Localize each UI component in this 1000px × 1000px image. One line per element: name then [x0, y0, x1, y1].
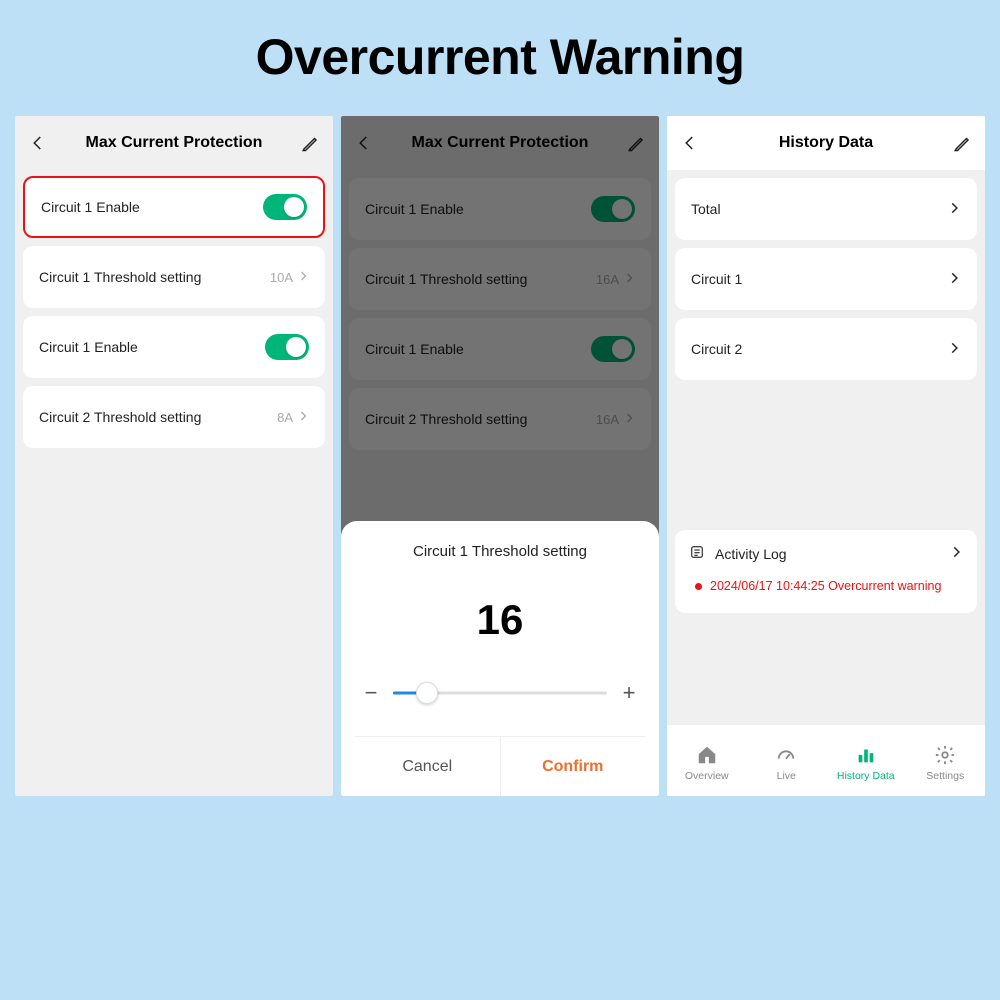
tab-live[interactable]: Live — [751, 744, 821, 782]
threshold-slider[interactable] — [393, 681, 607, 705]
row-circuit1-threshold[interactable]: Circuit 1 Threshold setting 16A — [349, 248, 651, 310]
row-circuit1-threshold[interactable]: Circuit 1 Threshold setting 10A — [23, 246, 325, 308]
header: Max Current Protection — [341, 116, 659, 170]
phone-2: Max Current Protection Circuit 1 Enable … — [341, 116, 659, 796]
header-title: History Data — [699, 134, 953, 152]
chevron-right-icon — [297, 410, 309, 425]
toggle-switch[interactable] — [591, 336, 635, 362]
phone-3: History Data Total Circuit 1 Circuit 2 — [667, 116, 985, 796]
row-label: Circuit 1 Enable — [41, 199, 140, 215]
chevron-right-icon — [947, 341, 961, 358]
row-circuit2[interactable]: Circuit 2 — [675, 318, 977, 380]
row-label: Circuit 1 — [691, 271, 742, 287]
row-circuit2-threshold[interactable]: Circuit 2 Threshold setting 8A — [23, 386, 325, 448]
row-value: 10A — [270, 270, 309, 285]
row-value: 16A — [596, 412, 635, 427]
sheet-title: Circuit 1 Threshold setting — [355, 543, 645, 560]
row-label: Circuit 1 Enable — [39, 339, 138, 355]
header-title: Max Current Protection — [47, 134, 301, 152]
row-label: Circuit 2 Threshold setting — [365, 411, 527, 427]
header: History Data — [667, 116, 985, 170]
chevron-right-icon — [623, 412, 635, 427]
minus-button[interactable]: − — [361, 680, 381, 706]
row-circuit1[interactable]: Circuit 1 — [675, 248, 977, 310]
slider-row: − + — [355, 680, 645, 706]
edit-icon[interactable] — [627, 134, 645, 152]
tab-label: Live — [777, 770, 796, 782]
phone-row: Max Current Protection Circuit 1 Enable … — [0, 116, 1000, 796]
toggle-switch[interactable] — [591, 196, 635, 222]
tab-settings[interactable]: Settings — [910, 744, 980, 782]
threshold-sheet: Circuit 1 Threshold setting 16 − + Cance… — [341, 521, 659, 796]
back-icon[interactable] — [29, 134, 47, 152]
header-title: Max Current Protection — [373, 134, 627, 152]
toggle-switch[interactable] — [263, 194, 307, 220]
page-title: Overcurrent Warning — [0, 0, 1000, 116]
row-label: Circuit 2 — [691, 341, 742, 357]
row-circuit1-enable-2[interactable]: Circuit 1 Enable — [349, 318, 651, 380]
header: Max Current Protection — [15, 116, 333, 170]
sheet-value: 16 — [355, 596, 645, 644]
tab-history-data[interactable]: History Data — [831, 744, 901, 782]
tab-label: History Data — [837, 770, 895, 782]
slider-thumb[interactable] — [416, 682, 438, 704]
row-label: Circuit 2 Threshold setting — [39, 409, 201, 425]
chevron-right-icon — [947, 201, 961, 218]
back-icon[interactable] — [355, 134, 373, 152]
edit-icon[interactable] — [301, 134, 319, 152]
chevron-right-icon — [623, 272, 635, 287]
row-value: 8A — [277, 410, 309, 425]
confirm-button[interactable]: Confirm — [501, 737, 646, 796]
tab-label: Overview — [685, 770, 729, 782]
row-circuit1-enable[interactable]: Circuit 1 Enable — [23, 176, 325, 238]
list-icon — [689, 544, 705, 563]
row-label: Circuit 1 Threshold setting — [39, 269, 201, 285]
row-circuit1-enable-2[interactable]: Circuit 1 Enable — [23, 316, 325, 378]
activity-log-header[interactable]: Activity Log — [689, 544, 963, 563]
row-value: 16A — [596, 272, 635, 287]
row-circuit2-threshold[interactable]: Circuit 2 Threshold setting 16A — [349, 388, 651, 450]
back-icon[interactable] — [681, 134, 699, 152]
log-entry: 2024/06/17 10:44:25 Overcurrent warning — [689, 579, 963, 593]
row-label: Circuit 1 Enable — [365, 341, 464, 357]
chevron-right-icon — [947, 271, 961, 288]
activity-log-section: Activity Log 2024/06/17 10:44:25 Overcur… — [675, 530, 977, 613]
chevron-right-icon — [949, 545, 963, 562]
row-circuit1-enable[interactable]: Circuit 1 Enable — [349, 178, 651, 240]
row-label: Circuit 1 Threshold setting — [365, 271, 527, 287]
tab-bar: Overview Live History Data Settings — [667, 724, 985, 796]
phone-1: Max Current Protection Circuit 1 Enable … — [15, 116, 333, 796]
chevron-right-icon — [297, 270, 309, 285]
sheet-actions: Cancel Confirm — [355, 736, 645, 796]
edit-icon[interactable] — [953, 134, 971, 152]
row-label: Total — [691, 201, 721, 217]
tab-overview[interactable]: Overview — [672, 744, 742, 782]
tab-label: Settings — [926, 770, 964, 782]
row-total[interactable]: Total — [675, 178, 977, 240]
activity-title: Activity Log — [715, 546, 787, 562]
plus-button[interactable]: + — [619, 680, 639, 706]
toggle-switch[interactable] — [265, 334, 309, 360]
row-label: Circuit 1 Enable — [365, 201, 464, 217]
cancel-button[interactable]: Cancel — [355, 737, 501, 796]
